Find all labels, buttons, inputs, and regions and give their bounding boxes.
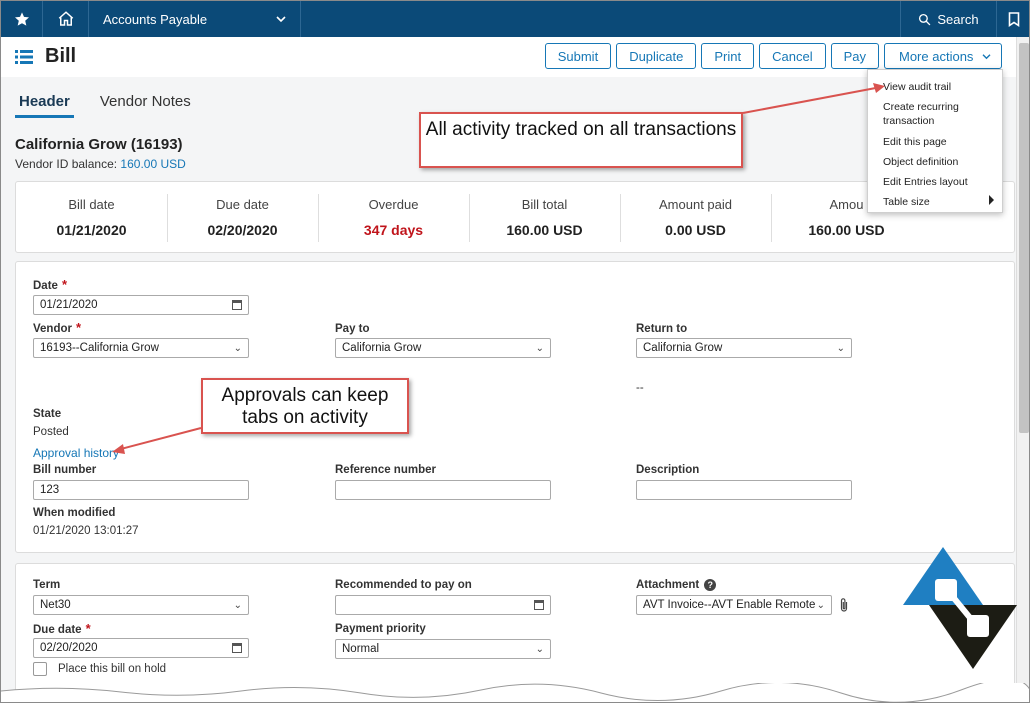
arrowhead-approvals xyxy=(112,444,125,454)
arrow-audit xyxy=(742,86,882,114)
arrowhead-audit xyxy=(873,83,885,93)
callout-arrows xyxy=(112,83,885,454)
arrow-approvals xyxy=(116,427,202,451)
app-window: Accounts Payable Search Bill Submit Dupl… xyxy=(0,0,1030,703)
torn-page-edge xyxy=(1,683,1029,702)
